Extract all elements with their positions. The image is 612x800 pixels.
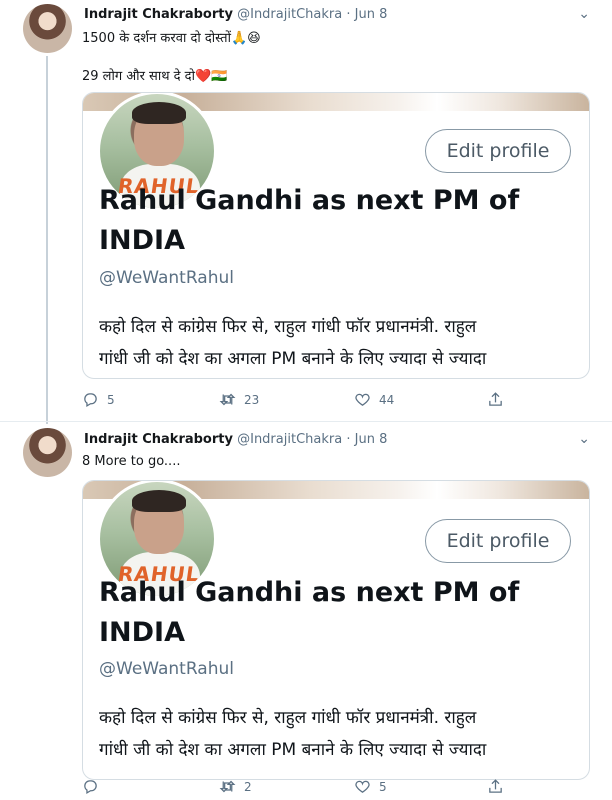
like-count: 44 — [379, 392, 395, 407]
tweet-text-line: 29 लोग और साथ दे दो❤️🇮🇳 — [82, 69, 228, 84]
chevron-down-icon[interactable]: ⌄ — [578, 6, 590, 22]
tweet-date[interactable]: Jun 8 — [355, 432, 388, 447]
retweet-icon — [219, 393, 236, 406]
retweet-button[interactable]: 2 — [219, 778, 252, 795]
share-button[interactable] — [487, 391, 504, 408]
separator: · — [346, 432, 351, 447]
profile-bio-line: कहो दिल से कांग्रेस फिर से, राहुल गांधी … — [99, 317, 477, 337]
profile-bio-line: गांधी जी को देश का अगला PM बनाने के लिए … — [99, 740, 487, 760]
tweet-actions: 5 23 44 — [82, 391, 512, 411]
reply-button[interactable] — [82, 778, 107, 795]
tweet-date[interactable]: Jun 8 — [355, 7, 388, 22]
share-button[interactable] — [487, 778, 504, 795]
profile-bio-line: गांधी जी को देश का अगला PM बनाने के लिए … — [99, 349, 487, 369]
reply-button[interactable]: 5 — [82, 391, 115, 408]
retweet-icon — [219, 780, 236, 793]
heart-icon — [355, 780, 370, 793]
like-button[interactable]: 5 — [354, 778, 387, 795]
author-handle[interactable]: @IndrajitChakra — [237, 7, 342, 22]
embedded-screenshot-card[interactable]: RAHUL Edit profile Rahul Gandhi as next … — [82, 480, 590, 780]
tweet-header: Indrajit Chakraborty @IndrajitChakra · J… — [84, 432, 387, 447]
avatar[interactable] — [23, 4, 72, 53]
reply-icon — [84, 393, 97, 408]
profile-bio-line: कहो दिल से कांग्रेस फिर से, राहुल गांधी … — [99, 708, 477, 728]
thread-line — [46, 56, 48, 424]
author-name[interactable]: Indrajit Chakraborty — [84, 7, 233, 22]
tweet-text-line: 8 More to go.... — [82, 454, 181, 469]
profile-handle: @WeWantRahul — [99, 268, 234, 288]
share-icon — [489, 779, 502, 793]
profile-handle: @WeWantRahul — [99, 659, 234, 679]
like-button[interactable]: 44 — [354, 391, 394, 408]
avatar[interactable] — [23, 428, 72, 477]
profile-name-line: Rahul Gandhi as next PM of — [99, 577, 520, 608]
tweet-header: Indrajit Chakraborty @IndrajitChakra · J… — [84, 7, 387, 22]
tweet-text-line: 1500 के दर्शन करवा दो दोस्तों🙏😆 — [82, 31, 261, 46]
like-count: 5 — [379, 779, 387, 794]
retweet-count: 23 — [244, 392, 260, 407]
reply-count: 5 — [107, 392, 115, 407]
tweet-actions: 2 5 — [82, 778, 512, 798]
share-icon — [489, 392, 502, 406]
tweet[interactable]: Indrajit Chakraborty @IndrajitChakra · J… — [0, 0, 612, 424]
profile-name-line: Rahul Gandhi as next PM of — [99, 185, 520, 216]
reply-icon — [84, 780, 97, 795]
author-name[interactable]: Indrajit Chakraborty — [84, 432, 233, 447]
profile-name-line: INDIA — [99, 617, 185, 648]
edit-profile-button[interactable]: Edit profile — [425, 129, 571, 173]
retweet-count: 2 — [244, 779, 252, 794]
edit-profile-button[interactable]: Edit profile — [425, 519, 571, 563]
embedded-screenshot-card[interactable]: RAHUL Edit profile Rahul Gandhi as next … — [82, 92, 590, 379]
retweet-button[interactable]: 23 — [219, 391, 259, 408]
profile-name-line: INDIA — [99, 225, 185, 256]
heart-icon — [355, 393, 370, 406]
author-handle[interactable]: @IndrajitChakra — [237, 432, 342, 447]
separator: · — [346, 7, 351, 22]
chevron-down-icon[interactable]: ⌄ — [578, 431, 590, 447]
tweet[interactable]: Indrajit Chakraborty @IndrajitChakra · J… — [0, 422, 612, 800]
